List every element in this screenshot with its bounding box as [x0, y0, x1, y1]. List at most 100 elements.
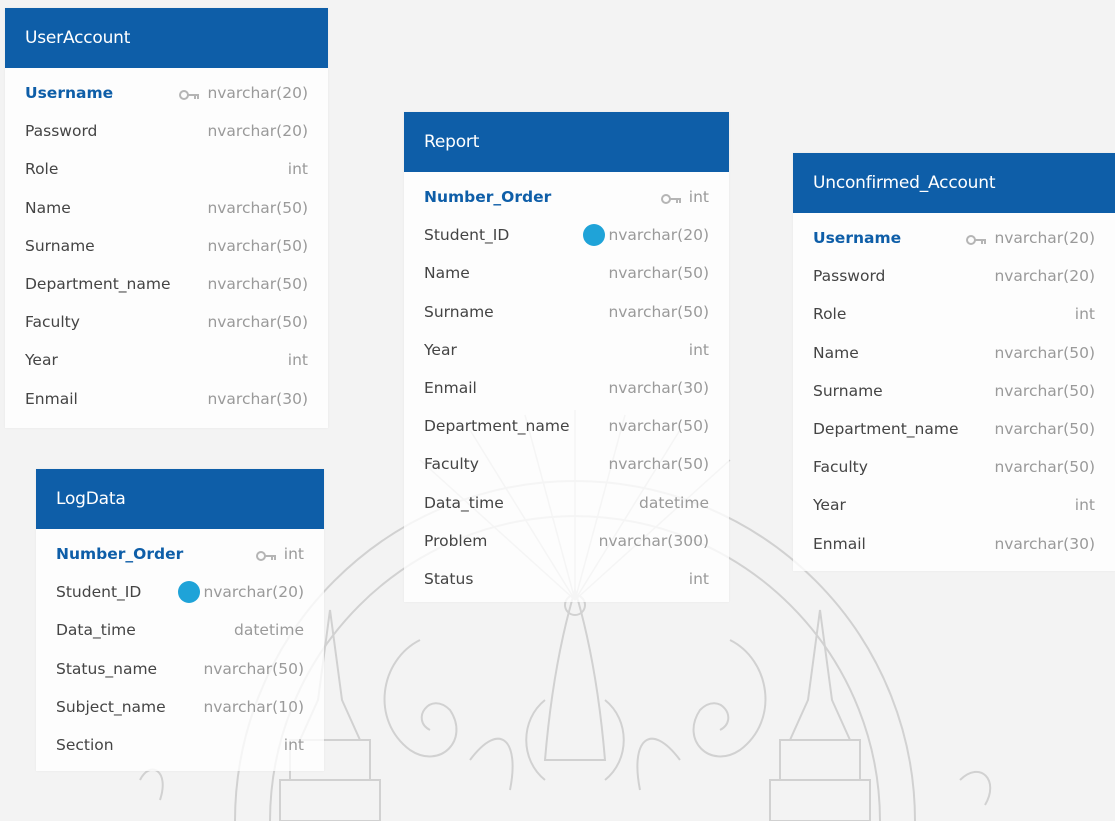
- column-name: Problem: [424, 531, 488, 550]
- column-name: Section: [56, 736, 114, 755]
- column-type-label: nvarchar(300): [598, 531, 709, 550]
- column-row[interactable]: Faculty nvarchar(50): [5, 303, 328, 341]
- column-type-label: nvarchar(50): [207, 198, 308, 217]
- column-type-label: int: [1074, 496, 1095, 515]
- column-type-label: nvarchar(30): [608, 379, 709, 398]
- column-row[interactable]: Role int: [793, 295, 1115, 333]
- primary-key-icon: [179, 87, 201, 101]
- column-type-label: nvarchar(50): [207, 313, 308, 332]
- column-row[interactable]: Faculty nvarchar(50): [793, 448, 1115, 486]
- column-row[interactable]: Enmail nvarchar(30): [404, 369, 729, 407]
- column-name: Number_Order: [56, 545, 184, 564]
- table-header: Unconfirmed_Account: [793, 153, 1115, 213]
- column-name: Department_name: [813, 420, 959, 439]
- column-row[interactable]: Year int: [793, 486, 1115, 524]
- column-type-label: datetime: [234, 621, 304, 640]
- column-type-label: nvarchar(50): [994, 458, 1095, 477]
- column-name: Data_time: [56, 621, 136, 640]
- column-type-label: nvarchar(20): [608, 226, 709, 245]
- column-row[interactable]: Subject_name nvarchar(10): [36, 688, 324, 726]
- column-type: nvarchar(20): [966, 229, 1095, 247]
- column-row[interactable]: Number_Order int: [404, 178, 729, 216]
- column-type-label: int: [688, 340, 709, 359]
- column-row[interactable]: Password nvarchar(20): [5, 112, 328, 150]
- column-row[interactable]: Department_name nvarchar(50): [793, 410, 1115, 448]
- column-name: Role: [25, 160, 59, 179]
- primary-key-icon: [660, 191, 683, 205]
- column-type-label: nvarchar(50): [203, 659, 304, 678]
- column-type-label: datetime: [639, 493, 709, 512]
- column-name: Status_name: [56, 659, 158, 678]
- column-name: Password: [813, 267, 886, 286]
- column-type-label: int: [283, 545, 304, 564]
- column-row[interactable]: Password nvarchar(20): [793, 257, 1115, 295]
- column-row[interactable]: Data_time datetime: [404, 484, 729, 522]
- table-useraccount[interactable]: UserAccount Username nvarchar(20) Password…: [5, 8, 328, 428]
- column-type: nvarchar(30): [994, 535, 1095, 553]
- table-title: UserAccount: [25, 28, 131, 48]
- column-name: Enmail: [424, 379, 477, 398]
- column-row[interactable]: Status int: [404, 560, 729, 598]
- column-type-label: nvarchar(30): [207, 389, 308, 408]
- column-name: Year: [424, 340, 457, 359]
- column-row[interactable]: Name nvarchar(50): [5, 189, 328, 227]
- column-name: Subject_name: [56, 697, 166, 716]
- column-row[interactable]: Number_Order int: [36, 535, 324, 573]
- table-logdata[interactable]: LogData Number_Order int Student_ID nvarcha…: [36, 469, 324, 771]
- column-name: Number_Order: [424, 188, 552, 207]
- column-row[interactable]: Student_ID nvarchar(20): [404, 216, 729, 254]
- column-name: Department_name: [424, 417, 570, 436]
- column-row[interactable]: Year int: [404, 331, 729, 369]
- column-name: Faculty: [813, 458, 868, 477]
- column-type: datetime: [234, 621, 304, 639]
- foreign-key-icon: [178, 581, 201, 604]
- column-row[interactable]: Status_name nvarchar(50): [36, 650, 324, 688]
- column-name: Student_ID: [424, 226, 510, 245]
- column-type-label: int: [688, 569, 709, 588]
- column-type: int: [1075, 496, 1095, 514]
- table-header: Report: [404, 112, 729, 172]
- column-type-label: int: [688, 188, 709, 207]
- column-row[interactable]: Year int: [5, 341, 328, 379]
- column-type: nvarchar(50): [207, 237, 308, 255]
- column-name: Name: [813, 343, 859, 362]
- column-type: nvarchar(50): [994, 344, 1095, 362]
- column-row[interactable]: Department_name nvarchar(50): [404, 407, 729, 445]
- column-row[interactable]: Surname nvarchar(50): [793, 372, 1115, 410]
- column-type: nvarchar(30): [608, 379, 709, 397]
- column-type: nvarchar(50): [608, 264, 709, 282]
- column-name: Username: [813, 229, 902, 248]
- column-type-label: int: [287, 351, 308, 370]
- column-row[interactable]: Department_name nvarchar(50): [5, 265, 328, 303]
- column-type-label: nvarchar(50): [994, 343, 1095, 362]
- column-row[interactable]: Enmail nvarchar(30): [793, 525, 1115, 563]
- column-type: nvarchar(20): [179, 84, 308, 102]
- column-type-label: nvarchar(50): [994, 420, 1095, 439]
- column-row[interactable]: Username nvarchar(20): [5, 74, 328, 112]
- column-name: Enmail: [25, 389, 78, 408]
- column-type-label: nvarchar(20): [203, 583, 304, 602]
- column-type: int: [284, 736, 304, 754]
- column-type: nvarchar(20): [207, 122, 308, 140]
- column-name: Surname: [424, 302, 494, 321]
- table-report[interactable]: Report Number_Order int Student_ID nvarchar…: [404, 112, 729, 602]
- table-unconfirmed-account[interactable]: Unconfirmed_Account Username nvarchar(20)…: [793, 153, 1115, 571]
- column-type-label: nvarchar(50): [207, 236, 308, 255]
- column-row[interactable]: Faculty nvarchar(50): [404, 445, 729, 483]
- column-row[interactable]: Surname nvarchar(50): [5, 227, 328, 265]
- column-type-label: nvarchar(10): [203, 697, 304, 716]
- column-row[interactable]: Section int: [36, 726, 324, 764]
- column-row[interactable]: Enmail nvarchar(30): [5, 380, 328, 418]
- column-list: Number_Order int Student_ID nvarchar(20) Nam…: [404, 172, 729, 604]
- column-row[interactable]: Role int: [5, 150, 328, 188]
- column-row[interactable]: Name nvarchar(50): [793, 334, 1115, 372]
- column-row[interactable]: Name nvarchar(50): [404, 254, 729, 292]
- column-type: nvarchar(30): [207, 390, 308, 408]
- column-type: nvarchar(50): [608, 417, 709, 435]
- column-type: int: [288, 160, 308, 178]
- column-row[interactable]: Username nvarchar(20): [793, 219, 1115, 257]
- column-row[interactable]: Student_ID nvarchar(20): [36, 573, 324, 611]
- column-row[interactable]: Problem nvarchar(300): [404, 522, 729, 560]
- column-row[interactable]: Surname nvarchar(50): [404, 293, 729, 331]
- column-row[interactable]: Data_time datetime: [36, 611, 324, 649]
